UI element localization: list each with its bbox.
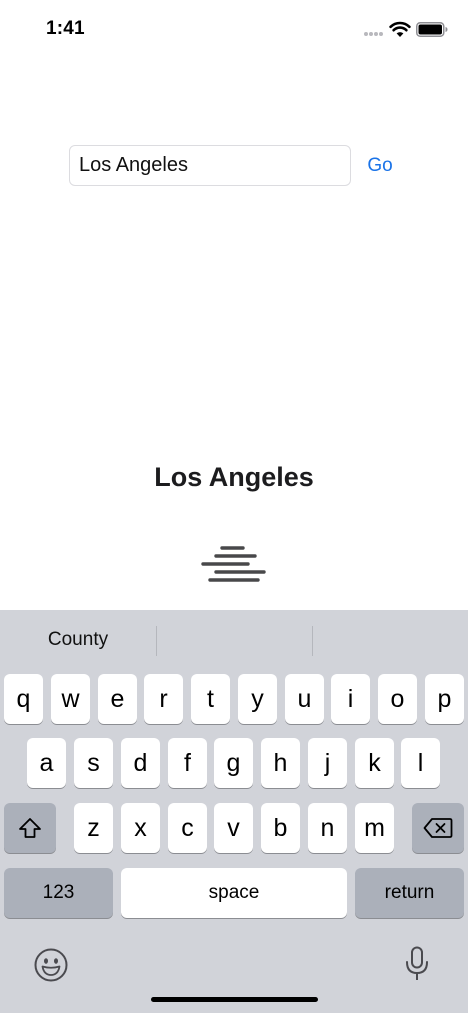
shift-key[interactable] xyxy=(4,803,56,853)
key-d[interactable]: d xyxy=(121,738,160,788)
suggestion-2[interactable] xyxy=(157,610,312,670)
key-k[interactable]: k xyxy=(355,738,394,788)
fog-icon xyxy=(201,546,266,582)
city-search-input[interactable] xyxy=(69,145,351,186)
key-l[interactable]: l xyxy=(401,738,440,788)
battery-icon xyxy=(416,22,448,37)
key-x[interactable]: x xyxy=(121,803,160,853)
wifi-icon xyxy=(389,21,411,37)
key-s[interactable]: s xyxy=(74,738,113,788)
key-y[interactable]: y xyxy=(238,674,277,724)
delete-icon xyxy=(423,818,453,838)
cellular-signal-icon xyxy=(364,32,384,36)
go-button[interactable]: Go xyxy=(360,153,400,179)
emoji-icon[interactable] xyxy=(34,948,68,982)
status-time: 1:41 xyxy=(46,18,85,39)
key-i[interactable]: i xyxy=(331,674,370,724)
microphone-icon[interactable] xyxy=(404,946,430,982)
key-o[interactable]: o xyxy=(378,674,417,724)
key-e[interactable]: e xyxy=(98,674,137,724)
key-f[interactable]: f xyxy=(168,738,207,788)
status-bar: 1:41 xyxy=(0,0,468,58)
key-w[interactable]: w xyxy=(51,674,90,724)
key-a[interactable]: a xyxy=(27,738,66,788)
city-title: Los Angeles xyxy=(154,462,314,492)
return-key[interactable]: return xyxy=(355,868,464,918)
key-c[interactable]: c xyxy=(168,803,207,853)
numbers-key[interactable]: 123 xyxy=(4,868,113,918)
space-key[interactable]: space xyxy=(121,868,347,918)
key-t[interactable]: t xyxy=(191,674,230,724)
key-v[interactable]: v xyxy=(214,803,253,853)
home-indicator xyxy=(151,997,318,1002)
key-b[interactable]: b xyxy=(261,803,300,853)
key-j[interactable]: j xyxy=(308,738,347,788)
keyboard: County q w e r t y u i o p a s d f g h j… xyxy=(0,610,468,1013)
key-r[interactable]: r xyxy=(144,674,183,724)
key-q[interactable]: q xyxy=(4,674,43,724)
shift-icon xyxy=(19,818,41,838)
key-g[interactable]: g xyxy=(214,738,253,788)
key-h[interactable]: h xyxy=(261,738,300,788)
delete-key[interactable] xyxy=(412,803,464,853)
suggestion-1[interactable]: County xyxy=(0,610,156,670)
suggestion-bar: County xyxy=(0,610,468,670)
key-m[interactable]: m xyxy=(355,803,394,853)
key-u[interactable]: u xyxy=(285,674,324,724)
key-p[interactable]: p xyxy=(425,674,464,724)
key-z[interactable]: z xyxy=(74,803,113,853)
key-n[interactable]: n xyxy=(308,803,347,853)
suggestion-3[interactable] xyxy=(313,610,468,670)
